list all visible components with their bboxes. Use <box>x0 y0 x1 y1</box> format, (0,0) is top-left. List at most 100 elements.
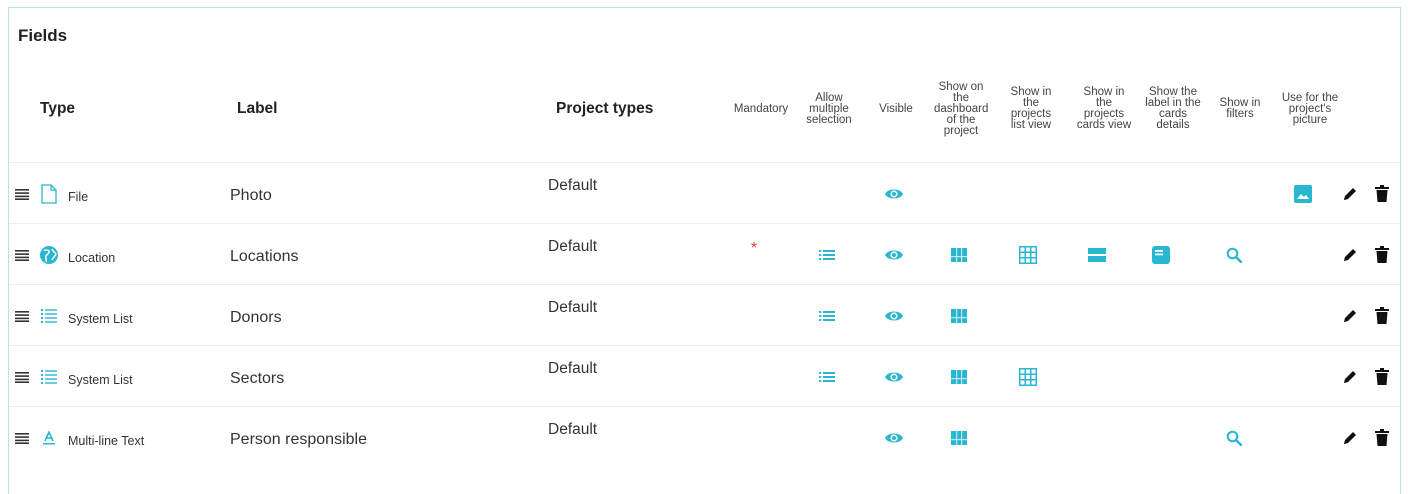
pencil-icon <box>1342 247 1358 263</box>
image-icon <box>1294 184 1312 203</box>
pencil-icon <box>1342 369 1358 385</box>
dashboard-toggle[interactable] <box>944 285 974 346</box>
col-header-dashboard: Show on the dashboard of the project <box>934 56 988 162</box>
allow-multiple-toggle[interactable] <box>812 285 842 346</box>
cards-icon <box>1088 247 1106 263</box>
header-line: cards view <box>1076 119 1132 131</box>
field-project-type: Default <box>548 420 598 438</box>
field-project-type: Default <box>548 359 598 377</box>
drag-handle-icon[interactable] <box>15 346 31 407</box>
edit-button[interactable] <box>1342 346 1358 407</box>
list-view-toggle[interactable] <box>1013 346 1043 407</box>
edit-button[interactable] <box>1342 163 1358 224</box>
delete-button[interactable] <box>1375 407 1389 468</box>
dashboard-toggle[interactable] <box>944 407 974 468</box>
pencil-icon <box>1342 430 1358 446</box>
edit-button[interactable] <box>1342 224 1358 285</box>
field-type: Multi-line Text <box>68 433 145 448</box>
field-row: System List Donors Default <box>9 284 1400 346</box>
visible-toggle[interactable] <box>879 285 909 346</box>
multiple-icon <box>819 371 835 383</box>
col-header-picture: Use for the project's picture <box>1271 56 1349 162</box>
field-label: Person responsible <box>230 430 367 448</box>
header-line: picture <box>1292 113 1328 126</box>
eye-icon <box>884 248 904 262</box>
drag-handle-icon[interactable] <box>15 224 31 285</box>
grid-icon <box>1019 367 1037 386</box>
trash-icon <box>1375 246 1389 263</box>
field-row: System List Sectors Default <box>9 345 1400 407</box>
header-line: of the <box>946 113 976 126</box>
field-label: Donors <box>230 308 282 326</box>
edit-button[interactable] <box>1342 285 1358 346</box>
cards-view-toggle[interactable] <box>1082 224 1112 285</box>
trash-icon <box>1375 429 1389 446</box>
col-header-multiple: Allow multiple selection <box>799 56 859 162</box>
dashboard-toggle[interactable] <box>944 224 974 285</box>
list-icon <box>39 346 59 407</box>
picture-toggle[interactable] <box>1288 163 1318 224</box>
header-line: Use for the <box>1281 91 1339 104</box>
header-line: project's <box>1288 102 1332 115</box>
header-line: the <box>953 91 969 104</box>
mandatory-marker[interactable]: * <box>739 218 769 279</box>
allow-multiple-toggle[interactable] <box>812 346 842 407</box>
visible-toggle[interactable] <box>879 163 909 224</box>
field-row: File Photo Default <box>9 162 1400 224</box>
drag-handle-icon[interactable] <box>15 285 31 346</box>
eye-icon <box>884 431 904 445</box>
col-header-mandatory: Mandatory <box>733 102 789 115</box>
visible-toggle[interactable] <box>879 407 909 468</box>
card-label-icon <box>1152 245 1170 264</box>
col-header-type: Type <box>40 100 76 117</box>
delete-button[interactable] <box>1375 163 1389 224</box>
col-header-list-view: Show in the projects list view <box>1005 56 1057 162</box>
field-type: System List <box>68 311 133 326</box>
multiple-icon <box>819 310 835 322</box>
dashboard-icon <box>951 308 967 323</box>
allow-multiple-toggle[interactable] <box>812 224 842 285</box>
dashboard-toggle[interactable] <box>944 346 974 407</box>
list-icon <box>39 285 59 346</box>
drag-handle-icon[interactable] <box>15 163 31 224</box>
list-view-toggle[interactable] <box>1013 224 1043 285</box>
col-header-project-types: Project types <box>556 100 654 117</box>
col-header-label-cards: Show the label in the cards details <box>1137 56 1209 162</box>
field-label: Photo <box>230 186 272 204</box>
filters-toggle[interactable] <box>1219 407 1249 468</box>
globe-icon <box>39 224 59 285</box>
pencil-icon <box>1342 186 1358 202</box>
drag-handle-icon[interactable] <box>15 407 31 468</box>
col-header-filters: Show in filters <box>1212 56 1268 162</box>
edit-button[interactable] <box>1342 407 1358 468</box>
field-type: Location <box>68 250 116 265</box>
dashboard-icon <box>951 430 967 445</box>
trash-icon <box>1375 185 1389 202</box>
visible-toggle[interactable] <box>879 224 909 285</box>
file-icon <box>39 163 59 224</box>
header-line: Show on <box>938 80 984 93</box>
delete-button[interactable] <box>1375 224 1389 285</box>
visible-toggle[interactable] <box>879 346 909 407</box>
col-header-label: Label <box>237 100 278 117</box>
trash-icon <box>1375 307 1389 324</box>
fields-panel: Fields Type Label Project types Mandator… <box>8 7 1401 494</box>
label-cards-toggle[interactable] <box>1146 224 1176 285</box>
field-type: System List <box>68 372 133 387</box>
grid-icon <box>1019 245 1037 264</box>
col-header-cards-view: Show in the projects cards view <box>1069 56 1139 162</box>
dashboard-icon <box>951 247 967 262</box>
delete-button[interactable] <box>1375 346 1389 407</box>
field-project-type: Default <box>548 176 598 194</box>
text-icon <box>39 407 59 468</box>
header-line: details <box>1156 119 1190 131</box>
header-line: list view <box>1010 119 1052 131</box>
header-line: dashboard <box>934 102 989 115</box>
field-row: Multi-line Text Person responsible Default <box>9 406 1400 468</box>
field-row: Location Locations Default * <box>9 223 1400 285</box>
delete-button[interactable] <box>1375 285 1389 346</box>
field-type: File <box>68 189 89 204</box>
eye-icon <box>884 370 904 384</box>
eye-icon <box>884 309 904 323</box>
filters-toggle[interactable] <box>1219 224 1249 285</box>
